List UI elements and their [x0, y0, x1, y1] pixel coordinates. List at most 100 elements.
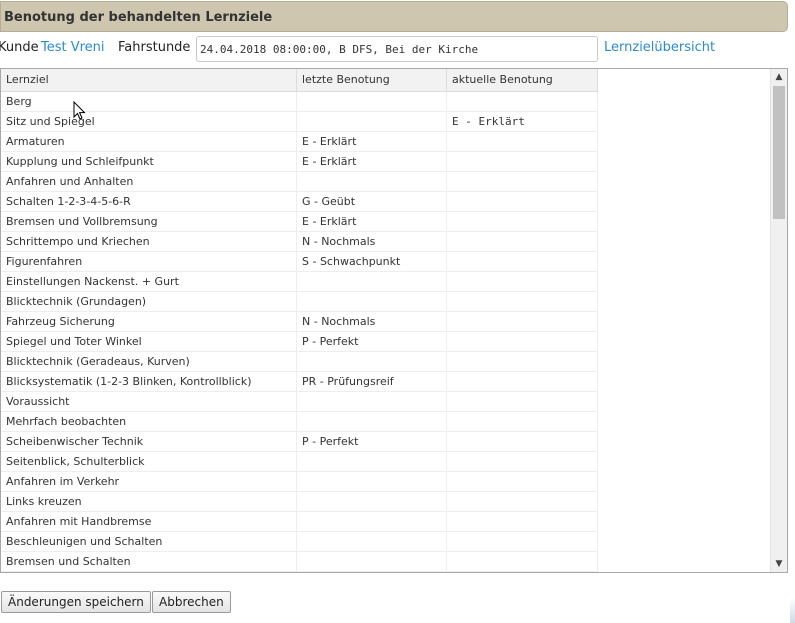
aktuelle-benotung-cell[interactable] [447, 552, 598, 571]
lernziel-cell: Blicktechnik (Geradeaus, Kurven) [1, 352, 297, 371]
letzte-benotung-cell [297, 92, 447, 111]
letzte-benotung-cell [297, 392, 447, 411]
table-row[interactable]: Armaturen E - Erklärt [1, 132, 598, 152]
lernziel-cell: Bremsen und Vollbremsung [1, 212, 297, 231]
letzte-benotung-cell [297, 472, 447, 491]
grid-header: Lernziel letzte Benotung aktuelle Benotu… [1, 69, 598, 92]
aktuelle-benotung-cell[interactable] [447, 372, 598, 391]
table-row[interactable]: Bremsen und Schalten [1, 552, 598, 572]
aktuelle-benotung-cell[interactable] [447, 272, 598, 291]
table-row[interactable]: Links kreuzen [1, 492, 598, 512]
table-row[interactable]: Spiegel und Toter Winkel P - Perfekt [1, 332, 598, 352]
fahrstunde-field[interactable] [196, 36, 598, 62]
letzte-benotung-cell [297, 352, 447, 371]
letzte-benotung-cell [297, 512, 447, 531]
table-row[interactable]: Anfahren mit Handbremse [1, 512, 598, 532]
table-row[interactable]: Scheibenwischer Technik P - Perfekt [1, 432, 598, 452]
scrollbar-thumb[interactable] [773, 86, 785, 219]
aktuelle-benotung-cell[interactable] [447, 312, 598, 331]
dialog-titlebar[interactable]: Benotung der behandelten Lernziele [0, 1, 788, 32]
lernziel-cell: Beschleunigen und Schalten [1, 532, 297, 551]
aktuelle-benotung-cell[interactable] [447, 452, 598, 471]
table-row[interactable]: Mehrfach beobachten [1, 412, 598, 432]
customer-name-link[interactable]: Test Vreni [41, 40, 105, 55]
lernziel-cell: Anfahren mit Handbremse [1, 512, 297, 531]
lernziel-cell: Mehrfach beobachten [1, 412, 297, 431]
table-row[interactable]: Einstellungen Nackenst. + Gurt [1, 272, 598, 292]
aktuelle-benotung-cell[interactable] [447, 352, 598, 371]
lernziel-cell: Blicksystematik (1-2-3 Blinken, Kontroll… [1, 372, 297, 391]
letzte-benotung-cell: E - Erklärt [297, 152, 447, 171]
aktuelle-benotung-cell[interactable] [447, 252, 598, 271]
aktuelle-benotung-cell[interactable] [447, 132, 598, 151]
column-header-aktuelle-benotung[interactable]: aktuelle Benotung [447, 69, 598, 91]
table-row[interactable]: Figurenfahren S - Schwachpunkt [1, 252, 598, 272]
table-row[interactable]: Kupplung und Schleifpunkt E - Erklärt [1, 152, 598, 172]
table-row[interactable]: Bremsen und Vollbremsung E - Erklärt [1, 212, 598, 232]
table-row[interactable]: Blicktechnik (Grundagen) [1, 292, 598, 312]
lernziel-cell: Figurenfahren [1, 252, 297, 271]
table-row[interactable]: Berg [1, 92, 598, 112]
aktuelle-benotung-cell[interactable] [447, 472, 598, 491]
table-row[interactable]: Schalten 1-2-3-4-5-6-R G - Geübt [1, 192, 598, 212]
aktuelle-benotung-cell[interactable] [447, 432, 598, 451]
letzte-benotung-cell [297, 492, 447, 511]
aktuelle-benotung-cell[interactable] [447, 292, 598, 311]
aktuelle-benotung-cell[interactable] [447, 172, 598, 191]
aktuelle-benotung-cell[interactable]: E - Erklärt [447, 112, 598, 131]
save-changes-button[interactable]: Änderungen speichern [1, 591, 151, 613]
letzte-benotung-cell: E - Erklärt [297, 132, 447, 151]
table-row[interactable]: Blicktechnik (Geradeaus, Kurven) [1, 352, 598, 372]
scroll-up-arrow-icon[interactable]: ▲ [771, 69, 787, 85]
lernziel-cell: Berg [1, 92, 297, 111]
table-row[interactable]: Anfahren im Verkehr [1, 472, 598, 492]
lernziel-cell: Spiegel und Toter Winkel [1, 332, 297, 351]
lernziel-cell: Kupplung und Schleifpunkt [1, 152, 297, 171]
table-row[interactable]: Fahrzeug Sicherung N - Nochmals [1, 312, 598, 332]
aktuelle-benotung-cell[interactable] [447, 92, 598, 111]
vertical-scrollbar[interactable]: ▲ ▼ [770, 69, 787, 572]
letzte-benotung-cell [297, 552, 447, 571]
letzte-benotung-cell [297, 452, 447, 471]
lernziel-cell: Voraussicht [1, 392, 297, 411]
aktuelle-benotung-cell[interactable] [447, 212, 598, 231]
aktuelle-benotung-cell[interactable] [447, 232, 598, 251]
table-row[interactable]: Voraussicht [1, 392, 598, 412]
kunde-label: Kunde [0, 40, 39, 55]
grid-body: Berg Sitz und Spiegel E - Erklärt Armaturen… [1, 92, 598, 572]
aktuelle-benotung-cell[interactable] [447, 152, 598, 171]
aktuelle-benotung-cell[interactable] [447, 392, 598, 411]
table-row[interactable]: Beschleunigen und Schalten [1, 532, 598, 552]
lernziel-cell: Fahrzeug Sicherung [1, 312, 297, 331]
letzte-benotung-cell: P - Perfekt [297, 332, 447, 351]
letzte-benotung-cell [297, 172, 447, 191]
lernziel-cell: Schalten 1-2-3-4-5-6-R [1, 192, 297, 211]
lernziel-cell: Sitz und Spiegel [1, 112, 297, 131]
lernziel-overview-link[interactable]: Lernzielübersicht [604, 40, 715, 55]
lernziel-cell: Scheibenwischer Technik [1, 432, 297, 451]
letzte-benotung-cell: N - Nochmals [297, 312, 447, 331]
aktuelle-benotung-cell[interactable] [447, 332, 598, 351]
table-row[interactable]: Anfahren und Anhalten [1, 172, 598, 192]
lernziel-grid[interactable]: Lernziel letzte Benotung aktuelle Benotu… [0, 68, 788, 573]
mouse-pointer-icon [73, 101, 86, 120]
column-header-lernziel[interactable]: Lernziel [1, 69, 297, 91]
lernziel-cell: Bremsen und Schalten [1, 552, 297, 571]
letzte-benotung-cell [297, 412, 447, 431]
aktuelle-benotung-cell[interactable] [447, 492, 598, 511]
aktuelle-benotung-cell[interactable] [447, 412, 598, 431]
cancel-button[interactable]: Abbrechen [152, 591, 231, 613]
table-row[interactable]: Schrittempo und Kriechen N - Nochmals [1, 232, 598, 252]
lernziel-cell: Einstellungen Nackenst. + Gurt [1, 272, 297, 291]
lernziel-cell: Anfahren und Anhalten [1, 172, 297, 191]
column-header-letzte-benotung[interactable]: letzte Benotung [297, 69, 447, 91]
aktuelle-benotung-cell[interactable] [447, 532, 598, 551]
scroll-down-arrow-icon[interactable]: ▼ [771, 556, 787, 572]
aktuelle-benotung-cell[interactable] [447, 512, 598, 531]
letzte-benotung-cell: P - Perfekt [297, 432, 447, 451]
lernziel-cell: Schrittempo und Kriechen [1, 232, 297, 251]
table-row[interactable]: Seitenblick, Schulterblick [1, 452, 598, 472]
aktuelle-benotung-cell[interactable] [447, 192, 598, 211]
table-row[interactable]: Sitz und Spiegel E - Erklärt [1, 112, 598, 132]
table-row[interactable]: Blicksystematik (1-2-3 Blinken, Kontroll… [1, 372, 598, 392]
